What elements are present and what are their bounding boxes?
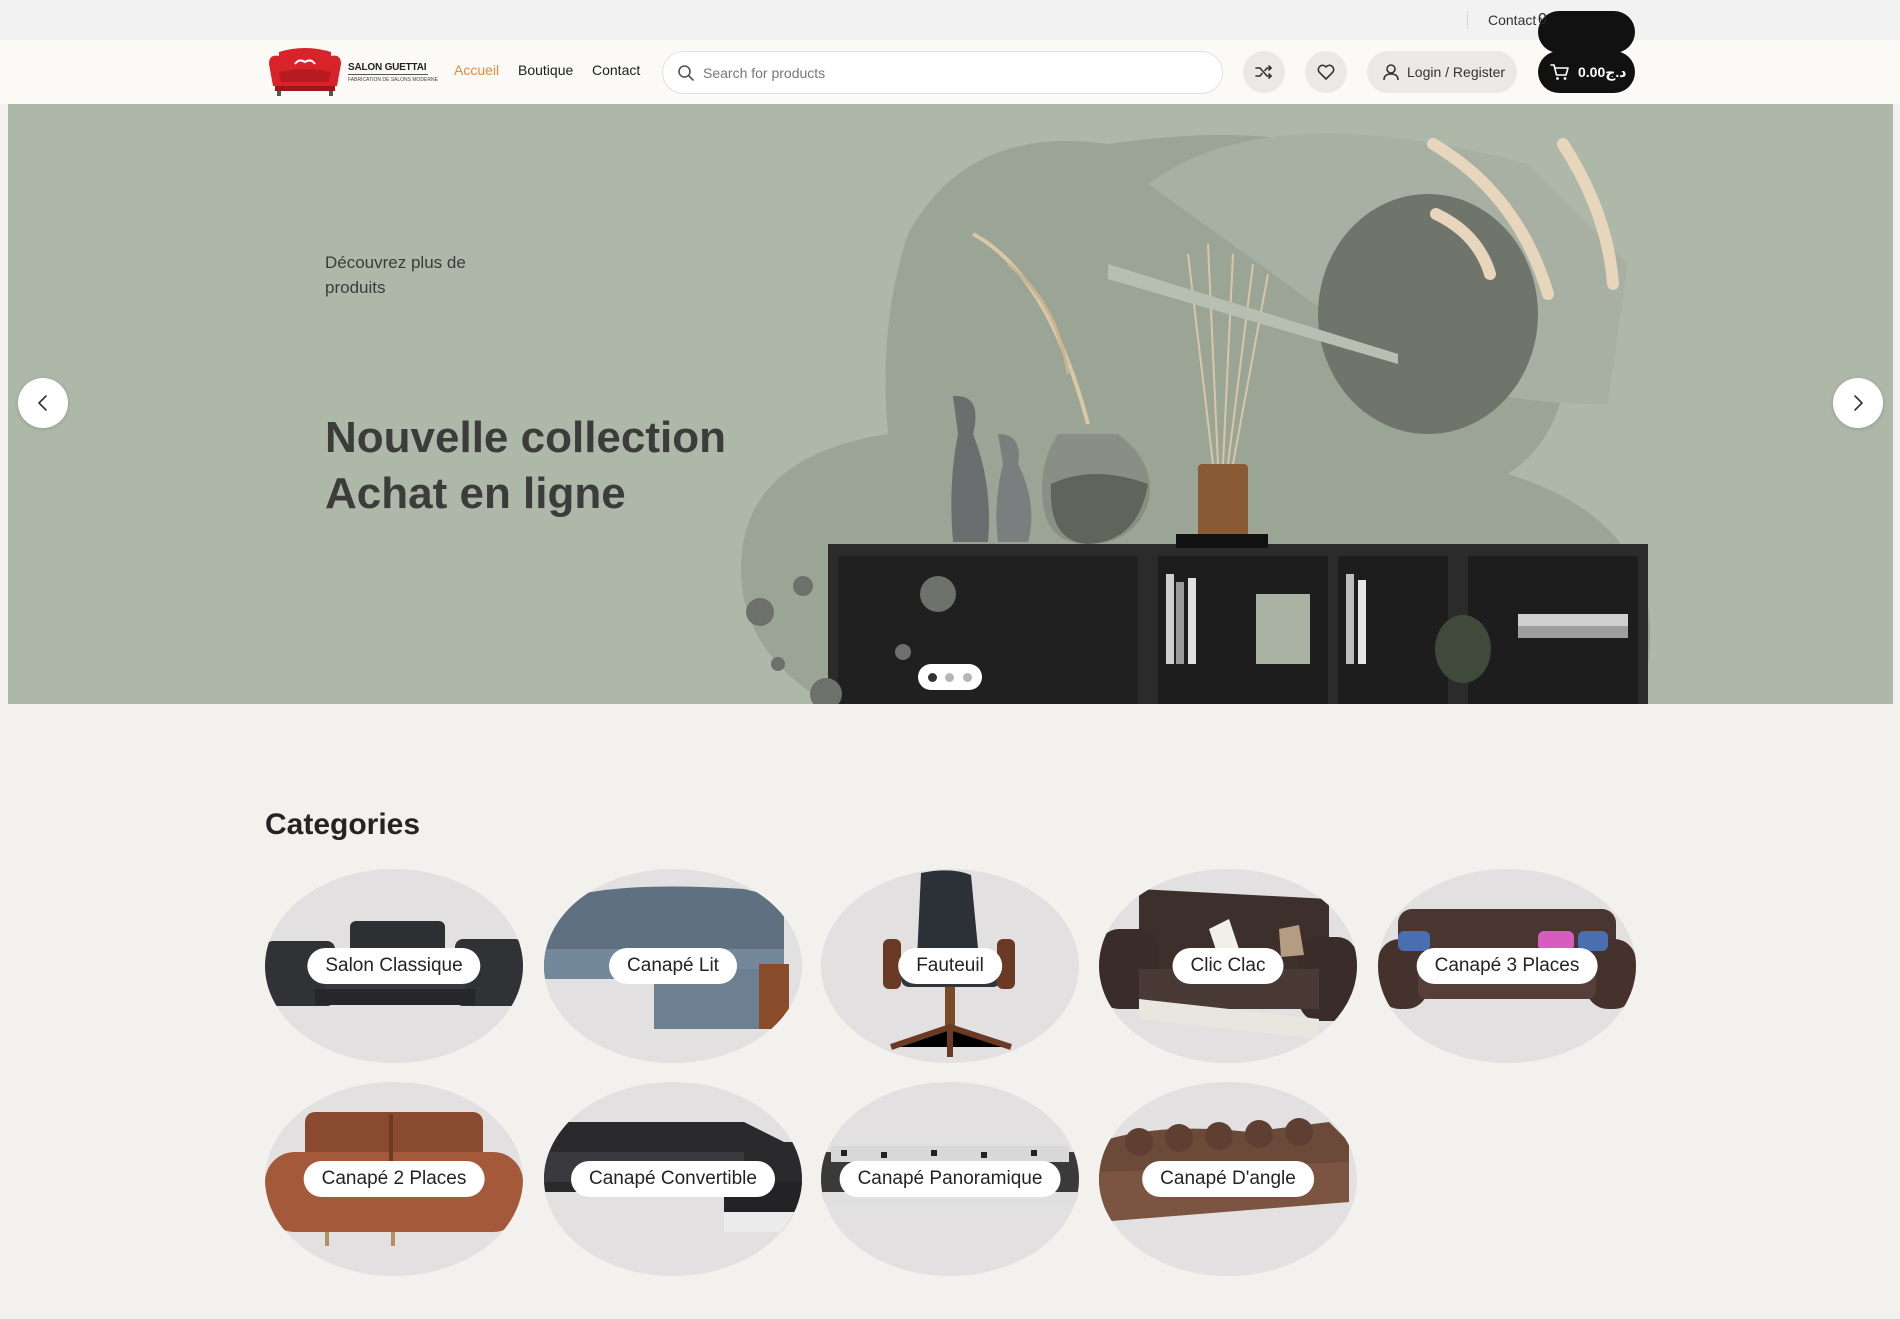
cart-count-badge: 0 bbox=[1538, 11, 1635, 53]
hero-subtitle: Découvrez plus de produits bbox=[325, 253, 466, 297]
search-input[interactable] bbox=[703, 63, 1203, 83]
category-canape-convertible[interactable]: Canapé Convertible bbox=[544, 1082, 802, 1276]
category-canape-2-places[interactable]: Canapé 2 Places bbox=[265, 1082, 523, 1276]
cart-button[interactable]: 0.00د.ج bbox=[1538, 51, 1635, 93]
shuffle-icon bbox=[1255, 65, 1272, 79]
category-fauteuil[interactable]: Fauteuil bbox=[821, 869, 1079, 1063]
user-icon bbox=[1383, 64, 1399, 81]
heart-icon bbox=[1317, 64, 1335, 80]
category-canape-panoramique[interactable]: Canapé Panoramique bbox=[821, 1082, 1079, 1276]
category-label: Canapé D'angle bbox=[1142, 1161, 1314, 1197]
search-bar[interactable] bbox=[662, 51, 1223, 94]
category-label: Fauteuil bbox=[898, 948, 1002, 984]
slider-pagination bbox=[918, 664, 982, 690]
hero-slider: Découvrez plus de produits Nouvelle coll… bbox=[8, 104, 1893, 704]
category-label: Canapé 2 Places bbox=[303, 1161, 485, 1197]
category-label: Canapé Lit bbox=[609, 948, 737, 984]
slider-dot-2[interactable] bbox=[945, 673, 954, 682]
login-register-button[interactable]: Login / Register bbox=[1367, 51, 1517, 93]
compare-button[interactable] bbox=[1243, 51, 1285, 93]
search-icon bbox=[678, 65, 694, 81]
cart-icon bbox=[1550, 64, 1569, 80]
category-label: Canapé Panoramique bbox=[839, 1161, 1061, 1197]
category-clic-clac[interactable]: Clic Clac bbox=[1099, 869, 1357, 1063]
hero-decor-image bbox=[741, 133, 1651, 704]
category-canape-lit[interactable]: Canapé Lit bbox=[544, 869, 802, 1063]
nav-boutique[interactable]: Boutique bbox=[518, 62, 573, 78]
category-label: Clic Clac bbox=[1172, 948, 1284, 984]
chevron-right-icon bbox=[1854, 395, 1863, 411]
slider-dot-1[interactable] bbox=[928, 673, 937, 682]
nav-contact[interactable]: Contact bbox=[592, 62, 640, 78]
categories-heading: Categories bbox=[265, 808, 421, 841]
category-label: Canapé Convertible bbox=[571, 1161, 775, 1197]
slider-dot-3[interactable] bbox=[963, 673, 972, 682]
cart-amount: 0.00د.ج bbox=[1578, 64, 1627, 80]
category-label: Canapé 3 Places bbox=[1416, 948, 1598, 984]
site-logo[interactable]: SALON GUETTAI FABRICATION DE SALONS MODE… bbox=[265, 46, 438, 98]
sofa-logo-icon bbox=[269, 48, 341, 96]
wishlist-button[interactable] bbox=[1305, 51, 1347, 93]
logo-subtitle: FABRICATION DE SALONS MODERNE bbox=[348, 77, 438, 83]
category-salon-classique[interactable]: Salon Classique bbox=[265, 869, 523, 1063]
login-label: Login / Register bbox=[1407, 64, 1506, 80]
category-label: Salon Classique bbox=[307, 948, 481, 984]
hero-title-line-2: Achat en ligne bbox=[325, 469, 626, 518]
category-canape-3-places[interactable]: Canapé 3 Places bbox=[1378, 869, 1636, 1063]
logo-rule bbox=[348, 74, 428, 75]
top-bar-divider bbox=[1467, 11, 1468, 29]
slider-next-button[interactable] bbox=[1833, 378, 1883, 428]
chevron-left-icon bbox=[38, 395, 47, 411]
hero-title-line-1: Nouvelle collection bbox=[325, 413, 726, 462]
category-canape-dangle[interactable]: Canapé D'angle bbox=[1099, 1082, 1357, 1276]
nav-accueil[interactable]: Accueil bbox=[454, 62, 499, 78]
slider-prev-button[interactable] bbox=[18, 378, 68, 428]
hero-title: Nouvelle collection Achat en ligne bbox=[325, 410, 726, 522]
logo-title: SALON GUETTAI bbox=[348, 62, 427, 73]
